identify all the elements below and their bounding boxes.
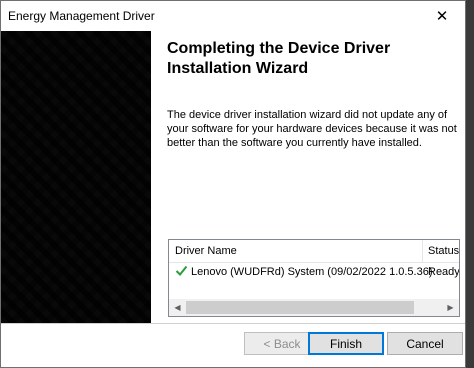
installer-dialog: Energy Management Driver ✕ Completing th… (0, 0, 466, 368)
finish-button[interactable]: Finish (308, 332, 384, 355)
close-icon[interactable]: ✕ (419, 1, 465, 31)
scrollbar-thumb[interactable] (186, 301, 414, 314)
scroll-left-icon[interactable]: ◀ (169, 299, 186, 316)
footer-separator (1, 323, 465, 324)
table-row[interactable]: Lenovo (WUDFRd) System (09/02/2022 1.0.5… (169, 262, 459, 282)
driver-list[interactable]: Driver Name Status Lenovo (WUDFRd) Syste… (168, 239, 460, 317)
wizard-description: The device driver installation wizard di… (167, 109, 457, 149)
list-header: Driver Name Status (169, 240, 459, 263)
column-header-status[interactable]: Status (428, 245, 459, 257)
window-title: Energy Management Driver (8, 9, 155, 23)
check-icon (175, 265, 188, 276)
title-bar[interactable]: Energy Management Driver ✕ (1, 1, 465, 31)
column-divider[interactable] (422, 240, 423, 262)
scroll-right-icon[interactable]: ▶ (442, 299, 459, 316)
driver-status: Ready (428, 266, 460, 278)
driver-name: Lenovo (WUDFRd) System (09/02/2022 1.0.5… (191, 266, 433, 278)
wizard-side-banner (1, 31, 151, 323)
horizontal-scrollbar[interactable]: ◀ ▶ (169, 299, 459, 316)
column-header-driver-name[interactable]: Driver Name (175, 245, 237, 257)
cancel-button[interactable]: Cancel (387, 332, 463, 355)
wizard-heading: Completing the Device Driver Installatio… (167, 40, 391, 77)
